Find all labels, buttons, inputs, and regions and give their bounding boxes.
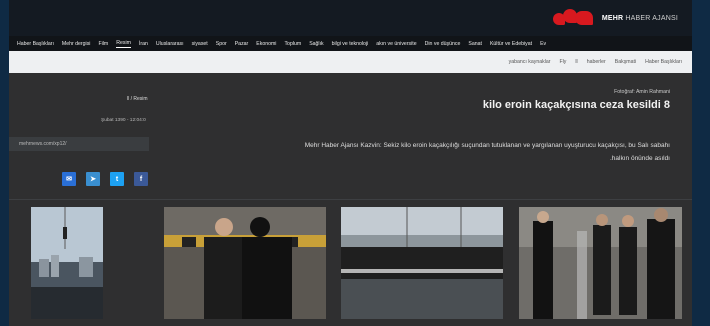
- breadcrumb[interactable]: ll / Resim: [127, 96, 148, 102]
- facebook-icon: f: [139, 175, 143, 183]
- article-lead-line-2: .halkın önünde asıldı: [610, 155, 670, 162]
- nav-item-art[interactable]: Sanat: [468, 41, 482, 47]
- photo-thumbnail-4[interactable]: [519, 207, 682, 319]
- photo-1-image: [31, 207, 103, 319]
- article-headline: kilo eroin kaçakçısına ceza kesildi 8: [482, 99, 670, 111]
- subnav-item-foreign[interactable]: yabancı kaynaklar: [509, 59, 551, 65]
- photo-3-image: [341, 207, 503, 319]
- logo-mark-icon: [552, 7, 597, 29]
- nav-item-photo[interactable]: Resim: [116, 40, 131, 48]
- nav-item-politics[interactable]: siyaset: [192, 41, 208, 47]
- photo-thumbnail-1[interactable]: [31, 207, 103, 319]
- site-logo[interactable]: MEHR HABER AJANSI: [552, 7, 678, 29]
- twitter-icon: t: [115, 175, 119, 183]
- sub-nav: yabancı kaynaklar Fly ll haberler Bakşma…: [9, 51, 692, 73]
- email-icon: ✉: [66, 176, 72, 183]
- share-facebook-button[interactable]: f: [134, 172, 148, 186]
- nav-item-science[interactable]: bilgi ve teknoloji: [332, 41, 369, 47]
- nav-item-magazine[interactable]: Mehr dergisi: [62, 41, 91, 47]
- photo-thumbnail-2[interactable]: [164, 207, 326, 319]
- article-lead: Mehr Haber Ajansı Kazvin: Sekiz kilo ero…: [165, 139, 670, 165]
- nav-item-culture[interactable]: Kültür ve Edebiyat: [490, 41, 532, 47]
- nav-item-headlines[interactable]: Haber Başlıkları: [17, 41, 54, 47]
- divider: [9, 199, 692, 200]
- share-email-button[interactable]: ✉: [62, 172, 76, 186]
- page: MEHR HABER AJANSI Haber Başlıkları Mehr …: [9, 0, 692, 326]
- subnav-item-fly[interactable]: Fly: [559, 59, 566, 65]
- subnav-item-headlines[interactable]: Haber Başlıkları: [645, 59, 682, 65]
- nav-item-health[interactable]: Sağlık: [309, 41, 323, 47]
- nav-item-society[interactable]: Toplum: [284, 41, 301, 47]
- nav-item-iran[interactable]: İran: [139, 41, 148, 47]
- nav-item-university[interactable]: akın ve üniversite: [376, 41, 416, 47]
- nav-item-market[interactable]: Pazar: [235, 41, 249, 47]
- telegram-icon: ➤: [90, 176, 96, 183]
- article-lead-line-1: Mehr Haber Ajansı Kazvin: Sekiz kilo ero…: [304, 142, 670, 149]
- share-buttons: ✉ ➤ t f: [62, 172, 148, 186]
- logo-text: MEHR HABER AJANSI: [601, 14, 678, 22]
- nav-item-home[interactable]: Ev: [540, 41, 546, 47]
- photo-2-image: [164, 207, 326, 319]
- subnav-item-bakshmati[interactable]: Bakşmati: [615, 59, 636, 65]
- nav-item-international[interactable]: Uluslararası: [156, 41, 184, 47]
- share-telegram-button[interactable]: ➤: [86, 172, 100, 186]
- publish-date: Şubat 1390 - 12:04:0: [101, 118, 146, 123]
- top-bar: MEHR HABER AJANSI: [9, 0, 692, 36]
- nav-item-economy[interactable]: Ekonomi: [256, 41, 276, 47]
- subnav-item-ll[interactable]: ll: [575, 59, 577, 65]
- photo-4-image: [519, 207, 682, 319]
- share-twitter-button[interactable]: t: [110, 172, 124, 186]
- photographer-credit: Fotoğraf: Amin Rahmani: [614, 89, 670, 95]
- short-url[interactable]: mehrnews.com/xp12/: [9, 137, 149, 151]
- photo-thumbnail-3[interactable]: [341, 207, 503, 319]
- nav-item-sports[interactable]: Spor: [216, 41, 227, 47]
- subnav-item-news[interactable]: haberler: [587, 59, 606, 65]
- nav-item-religion[interactable]: Din ve düşünce: [425, 41, 461, 47]
- main-nav: Haber Başlıkları Mehr dergisi Film Resim…: [9, 36, 692, 51]
- nav-item-film[interactable]: Film: [98, 41, 108, 47]
